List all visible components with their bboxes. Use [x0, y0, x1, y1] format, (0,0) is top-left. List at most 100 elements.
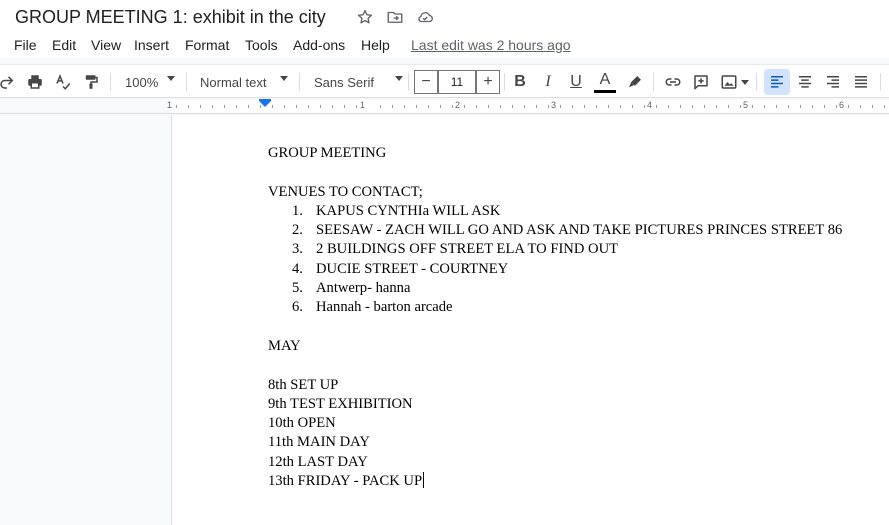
list-number: 3.: [292, 241, 303, 258]
underline-button[interactable]: U: [565, 69, 587, 95]
ruler-tick: [524, 105, 525, 108]
ruler-tick: [332, 105, 333, 108]
ruler-tick: [392, 105, 393, 108]
menu-file[interactable]: File: [14, 37, 37, 53]
ruler-tick: [704, 105, 705, 108]
ruler-number: 3: [551, 100, 557, 110]
ruler-tick: [404, 105, 405, 108]
schedule-line: 13th FRIDAY - PACK UP: [268, 473, 423, 490]
list-text: SEESAW - ZACH WILL GO AND ASK AND TAKE P…: [316, 222, 843, 239]
ruler-tick: [500, 105, 501, 108]
text-color-button[interactable]: A: [593, 69, 617, 95]
ruler-active-area: [171, 100, 889, 113]
venues-label: VENUES TO CONTACT;: [268, 183, 423, 200]
insert-image-icon[interactable]: [718, 69, 740, 95]
toolbar-separator: [504, 73, 505, 91]
star-icon[interactable]: [356, 8, 374, 26]
ruler-number: 1: [167, 100, 173, 110]
text-color-swatch: [594, 89, 616, 93]
ruler-number: 6: [839, 100, 845, 110]
menu-help[interactable]: Help: [361, 37, 390, 53]
decrease-font-size-button[interactable]: −: [414, 70, 438, 94]
ruler-tick: [476, 105, 477, 108]
italic-button[interactable]: I: [537, 69, 559, 95]
ruler-tick: [860, 105, 861, 108]
list-item: 2. SEESAW - ZACH WILL GO AND ASK AND TAK…: [268, 221, 878, 240]
ruler-tick: [284, 105, 285, 108]
zoom-select[interactable]: 100%: [125, 69, 180, 95]
increase-font-size-button[interactable]: +: [476, 70, 500, 94]
list-item: 3. 2 BUILDINGS OFF STREET ELA TO FIND OU…: [268, 240, 878, 259]
text-color-letter: A: [599, 70, 611, 88]
document-body[interactable]: GROUP MEETING VENUES TO CONTACT; 1. KAPU…: [268, 144, 878, 491]
ruler-tick: [452, 105, 453, 108]
document-page[interactable]: GROUP MEETING VENUES TO CONTACT; 1. KAPU…: [171, 115, 889, 525]
ruler-tick: [584, 105, 585, 108]
doc-heading: GROUP MEETING: [268, 145, 387, 161]
style-select[interactable]: Normal text: [200, 69, 290, 95]
menu-insert[interactable]: Insert: [134, 37, 169, 53]
toolbar-separator: [110, 73, 111, 91]
ruler-tick: [416, 105, 417, 108]
ruler-tick: [692, 105, 693, 108]
print-icon[interactable]: [24, 69, 46, 95]
align-right-icon[interactable]: [822, 69, 844, 95]
ruler-tick: [380, 105, 381, 108]
font-select[interactable]: Sans Serif: [314, 69, 404, 95]
align-center-icon[interactable]: [794, 69, 816, 95]
align-left-icon[interactable]: [764, 69, 790, 95]
paint-format-icon[interactable]: [80, 69, 102, 95]
schedule-line: 8th SET UP: [268, 376, 339, 393]
ruler-tick: [596, 105, 597, 108]
highlight-pen-icon[interactable]: [624, 69, 646, 95]
schedule-line-last: 13th FRIDAY - PACK UP: [268, 472, 878, 491]
ruler-tick: [248, 105, 249, 108]
chevron-down-icon: [167, 76, 175, 81]
menu-view[interactable]: View: [91, 37, 121, 53]
list-item: 6. Hannah - barton arcade: [268, 298, 878, 317]
align-justify-icon[interactable]: [850, 69, 872, 95]
left-indent-handle[interactable]: [259, 101, 271, 107]
ruler-tick: [800, 105, 801, 108]
bold-button[interactable]: B: [509, 69, 531, 95]
menu-tools[interactable]: Tools: [245, 37, 278, 53]
ruler-tick: [740, 105, 741, 108]
cloud-saved-icon[interactable]: [416, 8, 434, 26]
ruler-tick: [464, 105, 465, 108]
chevron-down-icon: [280, 76, 288, 81]
ruler-tick: [728, 105, 729, 108]
toolbar-separator: [756, 73, 757, 91]
menu-addons[interactable]: Add-ons: [293, 37, 345, 53]
ruler-tick: [488, 105, 489, 108]
ruler-tick: [788, 105, 789, 108]
schedule-line: 9th TEST EXHIBITION: [268, 395, 413, 412]
add-comment-icon[interactable]: [690, 69, 712, 95]
menu-edit[interactable]: Edit: [52, 37, 76, 53]
insert-link-icon[interactable]: [662, 69, 684, 95]
redo-icon[interactable]: [0, 69, 16, 95]
month-heading: MAY: [268, 337, 301, 354]
ruler-number: 5: [743, 100, 749, 110]
ruler-tick: [836, 105, 837, 108]
ruler[interactable]: 1 1 2 3 4 5 6: [0, 99, 889, 114]
schedule-line: 11th MAIN DAY: [268, 434, 370, 451]
ruler-tick: [884, 105, 885, 108]
ruler-tick: [644, 105, 645, 108]
ruler-tick: [344, 105, 345, 108]
title-bar: GROUP MEETING 1: exhibit in the city: [0, 0, 889, 34]
ruler-tick: [668, 105, 669, 108]
chevron-down-icon: [741, 80, 749, 85]
ruler-tick: [272, 105, 273, 108]
text-cursor: [423, 472, 425, 489]
font-size-input[interactable]: 11: [438, 70, 476, 94]
menu-format[interactable]: Format: [185, 37, 229, 53]
list-text: 2 BUILDINGS OFF STREET ELA TO FIND OUT: [316, 241, 619, 258]
move-to-folder-icon[interactable]: [386, 8, 404, 26]
ruler-tick: [308, 105, 309, 108]
spellcheck-icon[interactable]: [52, 69, 74, 95]
ruler-tick: [824, 105, 825, 108]
style-value: Normal text: [200, 74, 267, 90]
document-title[interactable]: GROUP MEETING 1: exhibit in the city: [15, 7, 326, 28]
last-edit-link[interactable]: Last edit was 2 hours ago: [411, 37, 571, 53]
